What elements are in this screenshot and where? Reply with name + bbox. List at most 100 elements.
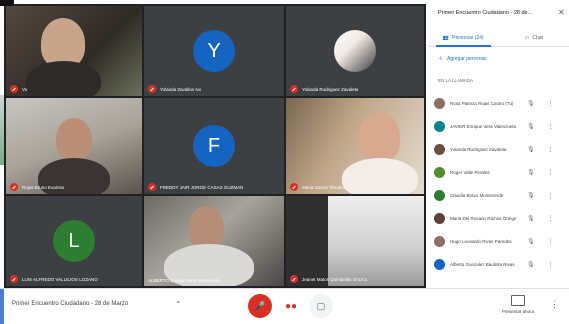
avatar	[434, 144, 445, 155]
more-vert-icon[interactable]: ⋮	[550, 299, 559, 310]
participant-list-name: JAVIER Enrique Vera Valenzuela	[450, 124, 516, 129]
more-vert-icon[interactable]: ⋮	[548, 169, 554, 176]
participant-tile-3[interactable]: Yolanda Rodriguez Zavaleta	[286, 6, 424, 96]
list-item[interactable]: Maria Del Rosario Ramos Ortega 🎙 ⋮	[434, 207, 566, 230]
participant-name: Vo	[22, 87, 27, 92]
list-item[interactable]: Yolanda Rodriguez Zavaleta 🎙 ⋮	[434, 138, 566, 161]
section-label: EN LA LLAMADA	[438, 78, 473, 83]
taskbar-edge	[0, 289, 4, 324]
participant-video	[358, 112, 400, 162]
participant-tile-1[interactable]: Vo	[6, 6, 142, 96]
participant-name: Rojas Bruno Evaristo	[22, 185, 64, 190]
tab-chat[interactable]: ▭ Chat	[499, 30, 569, 46]
panel-tabs: 👥 Personas (24) ▭ Chat	[428, 30, 569, 47]
participant-name-bar: Jeanet Matos Quintanilla Orozco	[290, 275, 367, 283]
mic-off-icon: 🎤	[254, 301, 265, 312]
participant-name-bar: Yolanda Rodriguez Zavaleta	[290, 85, 358, 93]
present-now-button[interactable]: Presentar ahora	[496, 295, 540, 314]
participant-video	[56, 118, 92, 160]
camera-icon: ▢	[317, 301, 326, 312]
mic-icon[interactable]: 🎙	[527, 123, 535, 130]
present-screen-icon	[511, 295, 525, 306]
avatar: L	[53, 220, 95, 262]
people-panel: Primer Encuentro Ciudadano - 28 de... ✕ …	[428, 0, 569, 288]
avatar: Y	[193, 30, 235, 72]
add-people-label: Agregar personas	[447, 56, 487, 62]
people-icon: 👥	[443, 35, 449, 41]
more-vert-icon[interactable]: ⋮	[548, 261, 554, 268]
avatar	[434, 167, 445, 178]
more-vert-icon[interactable]: ⋮	[548, 238, 554, 245]
camera-toggle-button[interactable]: ▢	[309, 294, 333, 318]
mic-off-icon	[10, 85, 18, 93]
bottom-toolbar: Primer Encuentro Ciudadano - 28 de Marzo…	[0, 288, 569, 324]
tab-people[interactable]: 👥 Personas (24)	[428, 30, 499, 46]
participant-tile-8[interactable]: ALBERTO Enrique Vera Valenzuela	[144, 196, 284, 286]
participant-list-name: Rosa Patricia Rojas Castro (Tú)	[450, 101, 516, 106]
participant-tile-9[interactable]: Jeanet Matos Quintanilla Orozco	[286, 196, 424, 286]
hangup-icon: ●●	[285, 301, 297, 312]
participant-name-bar: Yolanda Zavallos Ivo	[148, 85, 201, 93]
add-person-icon: ＋	[438, 55, 443, 62]
participant-list-name: Roger Valle Perales	[450, 170, 516, 175]
avatar	[434, 259, 445, 270]
mic-icon[interactable]: 🎙	[527, 100, 535, 107]
participant-video	[188, 206, 224, 248]
close-icon[interactable]: ✕	[558, 8, 565, 17]
list-item[interactable]: Alberto Gonzalez Bautista Rivas🎙⋮	[434, 253, 566, 276]
mic-icon[interactable]: 🎙	[527, 192, 535, 199]
chat-icon: ▭	[525, 35, 530, 41]
participant-tile-5[interactable]: F FREDDY JAIR JORGE CASAS GUZMAN	[144, 98, 284, 194]
participant-tile-4[interactable]: Rojas Bruno Evaristo	[6, 98, 142, 194]
list-item[interactable]: Claudia Bravo Monteverde 🎙 ⋮	[434, 184, 566, 207]
mic-off-icon	[10, 275, 18, 283]
chevron-up-icon[interactable]: ⌃	[175, 300, 182, 309]
more-vert-icon[interactable]: ⋮	[548, 192, 554, 199]
participant-list-name: Claudia Bravo Monteverde	[450, 193, 516, 198]
participant-name-bar: Vo	[10, 85, 27, 93]
avatar: F	[193, 125, 235, 167]
tab-chat-label: Chat	[532, 35, 543, 41]
avatar	[434, 213, 445, 224]
participant-body	[342, 158, 418, 194]
participant-body	[26, 61, 101, 96]
list-item[interactable]: JAVIER Enrique Vera Valenzuela 🎙 ⋮	[434, 115, 566, 138]
more-vert-icon[interactable]: ⋮	[548, 215, 554, 222]
participant-name: Yolanda Zavallos Ivo	[160, 87, 201, 92]
more-vert-icon[interactable]: ⋮	[548, 100, 554, 107]
participant-list-name: Yolanda Rodriguez Zavaleta	[450, 147, 516, 152]
participant-list-name: Maria Del Rosario Ramos Ortega	[450, 216, 516, 221]
more-vert-icon[interactable]: ⋮	[548, 146, 554, 153]
mic-icon[interactable]: 🎙	[527, 261, 535, 268]
participant-name: Maria Garcia Timoteo	[302, 185, 345, 190]
add-people-button[interactable]: ＋ Agregar personas	[438, 55, 487, 62]
participant-name-bar: Maria Garcia Timoteo	[290, 183, 345, 191]
participant-tile-7[interactable]: L LUIS ALFREDO VALLEJOS LOZANO	[6, 196, 142, 286]
list-item[interactable]: Rosa Patricia Rojas Castro (Tú) 🎙 ⋮	[434, 92, 566, 115]
mic-icon[interactable]: 🎙	[527, 146, 535, 153]
present-label: Presentar ahora	[496, 309, 540, 314]
list-item[interactable]: Hugo Leonardo Rivas Paredes 🎙 ⋮	[434, 230, 566, 253]
participant-list: Rosa Patricia Rojas Castro (Tú)🎙⋮JAVIER …	[434, 92, 566, 276]
mic-icon[interactable]: 🎙	[527, 215, 535, 222]
participant-tile-2[interactable]: Y Yolanda Zavallos Ivo	[144, 6, 284, 96]
mic-icon[interactable]: 🎙	[527, 238, 535, 245]
mic-off-icon	[148, 85, 156, 93]
more-vert-icon[interactable]: ⋮	[548, 123, 554, 130]
participant-name: FREDDY JAIR JORGE CASAS GUZMAN	[160, 185, 243, 190]
list-item[interactable]: Roger Valle Perales 🎙 ⋮	[434, 161, 566, 184]
background-window-edge	[0, 95, 4, 165]
participant-list-name: Hugo Leonardo Rivas Paredes	[450, 239, 516, 244]
participant-name: Jeanet Matos Quintanilla Orozco	[302, 277, 367, 282]
participant-name: Yolanda Rodriguez Zavaleta	[302, 87, 358, 92]
mic-toggle-button[interactable]: 🎤	[248, 294, 272, 318]
participant-tile-6[interactable]: Maria Garcia Timoteo	[286, 98, 424, 194]
avatar	[434, 121, 445, 132]
tab-people-label: Personas (24)	[452, 35, 483, 41]
mic-off-icon	[148, 183, 156, 191]
leave-call-button[interactable]: ●●	[279, 294, 303, 318]
mic-icon[interactable]: 🎙	[527, 169, 535, 176]
mic-off-icon	[290, 275, 298, 283]
participant-name-bar: LUIS ALFREDO VALLEJOS LOZANO	[10, 275, 98, 283]
meeting-title[interactable]: Primer Encuentro Ciudadano - 28 de Marzo	[12, 301, 128, 307]
